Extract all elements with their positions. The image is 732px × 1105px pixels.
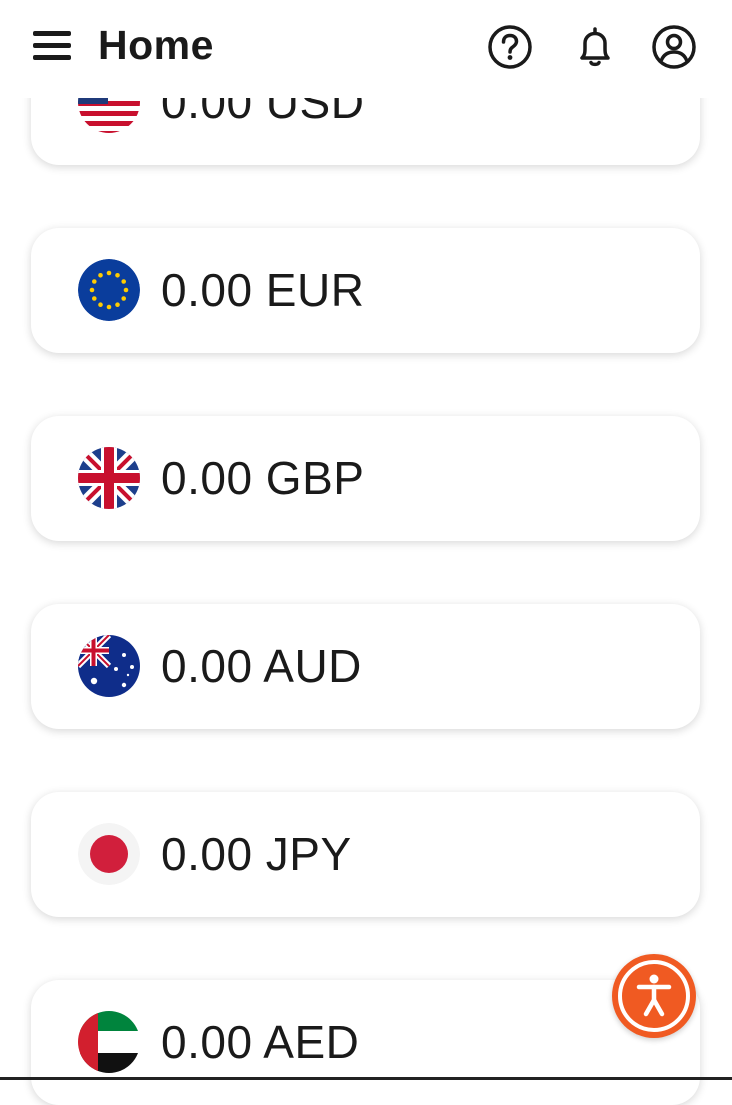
balance-list: 0.00 USD 0.00 EUR 0.00 GBP 0.00 AUD 0.00… bbox=[0, 0, 732, 1105]
balance-card-aud[interactable]: 0.00 AUD bbox=[31, 604, 700, 729]
balance-card-eur[interactable]: 0.00 EUR bbox=[31, 228, 700, 353]
accessibility-icon bbox=[618, 960, 690, 1032]
jp-flag-icon bbox=[78, 823, 140, 885]
balance-amount: 0.00 AED bbox=[161, 1016, 360, 1068]
balance-amount: 0.00 JPY bbox=[161, 828, 352, 880]
au-flag-icon bbox=[78, 635, 140, 697]
balance-amount: 0.00 GBP bbox=[161, 452, 365, 504]
balance-card-aed[interactable]: 0.00 AED bbox=[31, 980, 700, 1105]
account-icon[interactable] bbox=[651, 24, 697, 70]
menu-icon[interactable] bbox=[33, 31, 73, 65]
balance-amount: 0.00 EUR bbox=[161, 264, 365, 316]
eu-flag-icon bbox=[78, 259, 140, 321]
uk-flag-icon bbox=[78, 447, 140, 509]
balance-card-gbp[interactable]: 0.00 GBP bbox=[31, 416, 700, 541]
balance-amount: 0.00 AUD bbox=[161, 640, 362, 692]
ae-flag-icon bbox=[78, 1011, 140, 1073]
help-icon[interactable] bbox=[487, 24, 533, 70]
accessibility-button[interactable] bbox=[612, 954, 696, 1038]
app-header: Home bbox=[0, 0, 732, 98]
bell-icon[interactable] bbox=[572, 24, 618, 70]
page-title: Home bbox=[98, 22, 214, 68]
balance-card-jpy[interactable]: 0.00 JPY bbox=[31, 792, 700, 917]
